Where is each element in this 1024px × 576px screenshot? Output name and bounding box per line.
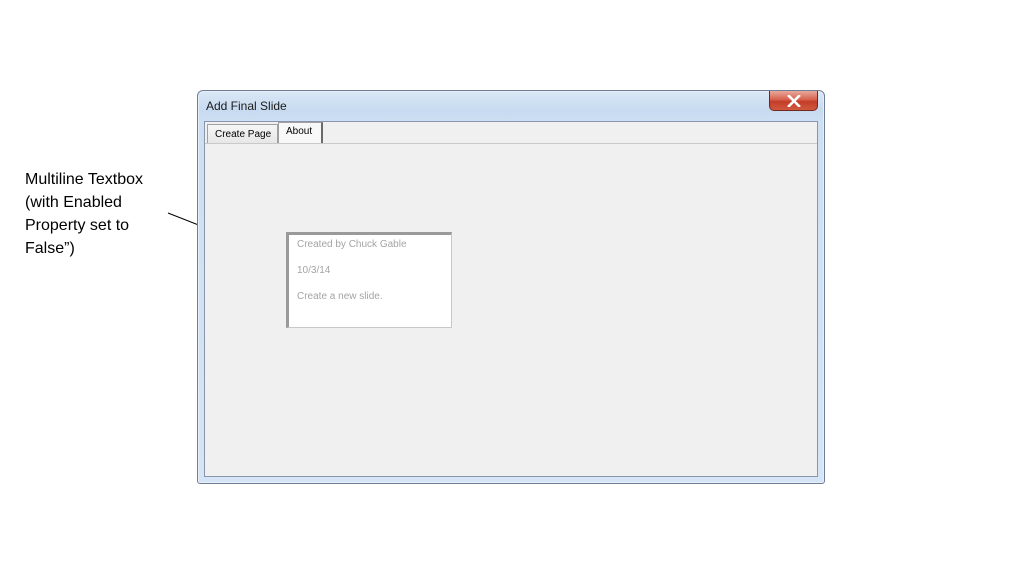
textbox-line: Create a new slide. [297, 291, 383, 302]
title-bar[interactable]: Add Final Slide [198, 91, 824, 121]
window-client-area: Create Page About Created by Chuck Gable… [204, 121, 818, 477]
about-tab-panel: Created by Chuck Gable 10/3/14 Create a … [205, 143, 817, 476]
textbox-line: Created by Chuck Gable [297, 239, 407, 250]
slide-canvas: Multiline Textbox (with Enabled Property… [0, 0, 1024, 576]
window-title: Add Final Slide [206, 99, 287, 113]
about-multiline-textbox: Created by Chuck Gable 10/3/14 Create a … [286, 232, 452, 328]
tab-label: About [286, 126, 313, 137]
tab-create-page[interactable]: Create Page [207, 124, 278, 144]
annotation-label: Multiline Textbox (with Enabled Property… [25, 168, 185, 260]
textbox-line: 10/3/14 [297, 265, 331, 276]
annotation-line: Multiline Textbox [25, 171, 143, 188]
close-button[interactable] [769, 91, 818, 111]
annotation-line: False”) [25, 240, 75, 257]
tab-about[interactable]: About [278, 122, 323, 144]
dialog-window: Add Final Slide Create Page About Create… [197, 90, 825, 484]
annotation-line: Property set to [25, 217, 130, 234]
annotation-line: (with Enabled [25, 194, 122, 211]
tab-label: Create Page [215, 129, 272, 140]
close-x-icon [786, 94, 801, 107]
